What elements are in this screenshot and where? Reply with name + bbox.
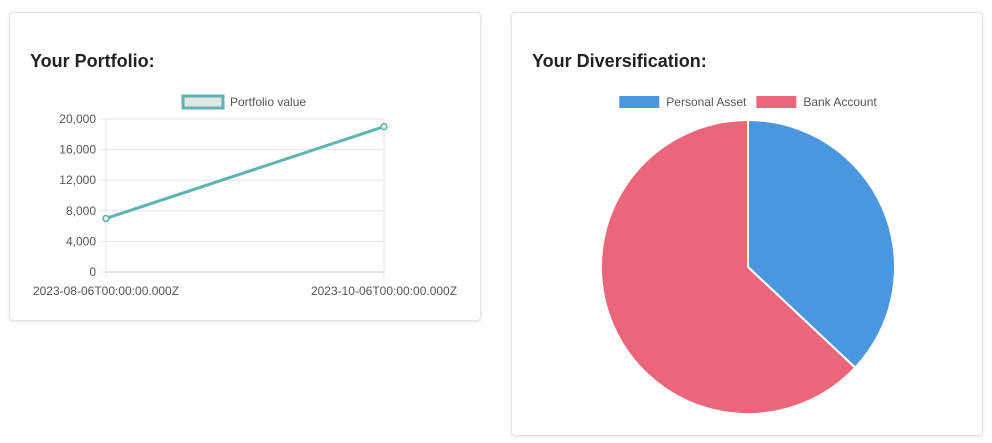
legend-label-bank-account[interactable]: Bank Account	[803, 95, 877, 109]
y-tick-label: 16,000	[59, 143, 96, 157]
pie-slices	[599, 118, 896, 415]
x-tick-label: 2023-10-06T00:00:00.000Z	[311, 284, 457, 298]
portfolio-card: Your Portfolio: Portfolio value 0 4,000 8,…	[9, 12, 481, 321]
legend-label-personal-asset[interactable]: Personal Asset	[666, 95, 747, 109]
line-grid	[100, 118, 385, 278]
data-point[interactable]	[380, 122, 388, 131]
y-tick-label: 8,000	[66, 204, 96, 218]
y-tick-label: 20,000	[59, 112, 96, 126]
pie-legend: Personal Asset Bank Account	[619, 95, 877, 109]
portfolio-line-chart: Portfolio value 0 4,000 8,000 12,000 16,000 2…	[33, 94, 457, 298]
y-axis-ticks: 0 4,000 8,000 12,000 16,000 20,000	[59, 112, 96, 279]
series-line-portfolio-value	[105, 125, 385, 220]
legend-label-portfolio-value[interactable]: Portfolio value	[230, 95, 306, 109]
legend-swatch-personal-asset[interactable]	[619, 96, 660, 108]
legend-swatch-portfolio-value[interactable]	[181, 94, 225, 110]
diversification-pie-chart: Personal Asset Bank Account	[599, 95, 896, 415]
line-legend: Portfolio value	[181, 94, 306, 110]
legend-swatch-bank-account[interactable]	[756, 96, 797, 108]
y-tick-label: 12,000	[59, 173, 96, 187]
data-point[interactable]	[102, 214, 110, 223]
x-axis-ticks: 2023-08-06T00:00:00.000Z 2023-10-06T00:00…	[33, 284, 457, 298]
y-tick-label: 4,000	[66, 234, 96, 248]
diversification-card: Your Diversification: Personal Asset Bank…	[511, 12, 983, 436]
line-series	[102, 122, 388, 223]
y-tick-label: 0	[89, 265, 96, 279]
x-tick-label: 2023-08-06T00:00:00.000Z	[33, 284, 179, 298]
